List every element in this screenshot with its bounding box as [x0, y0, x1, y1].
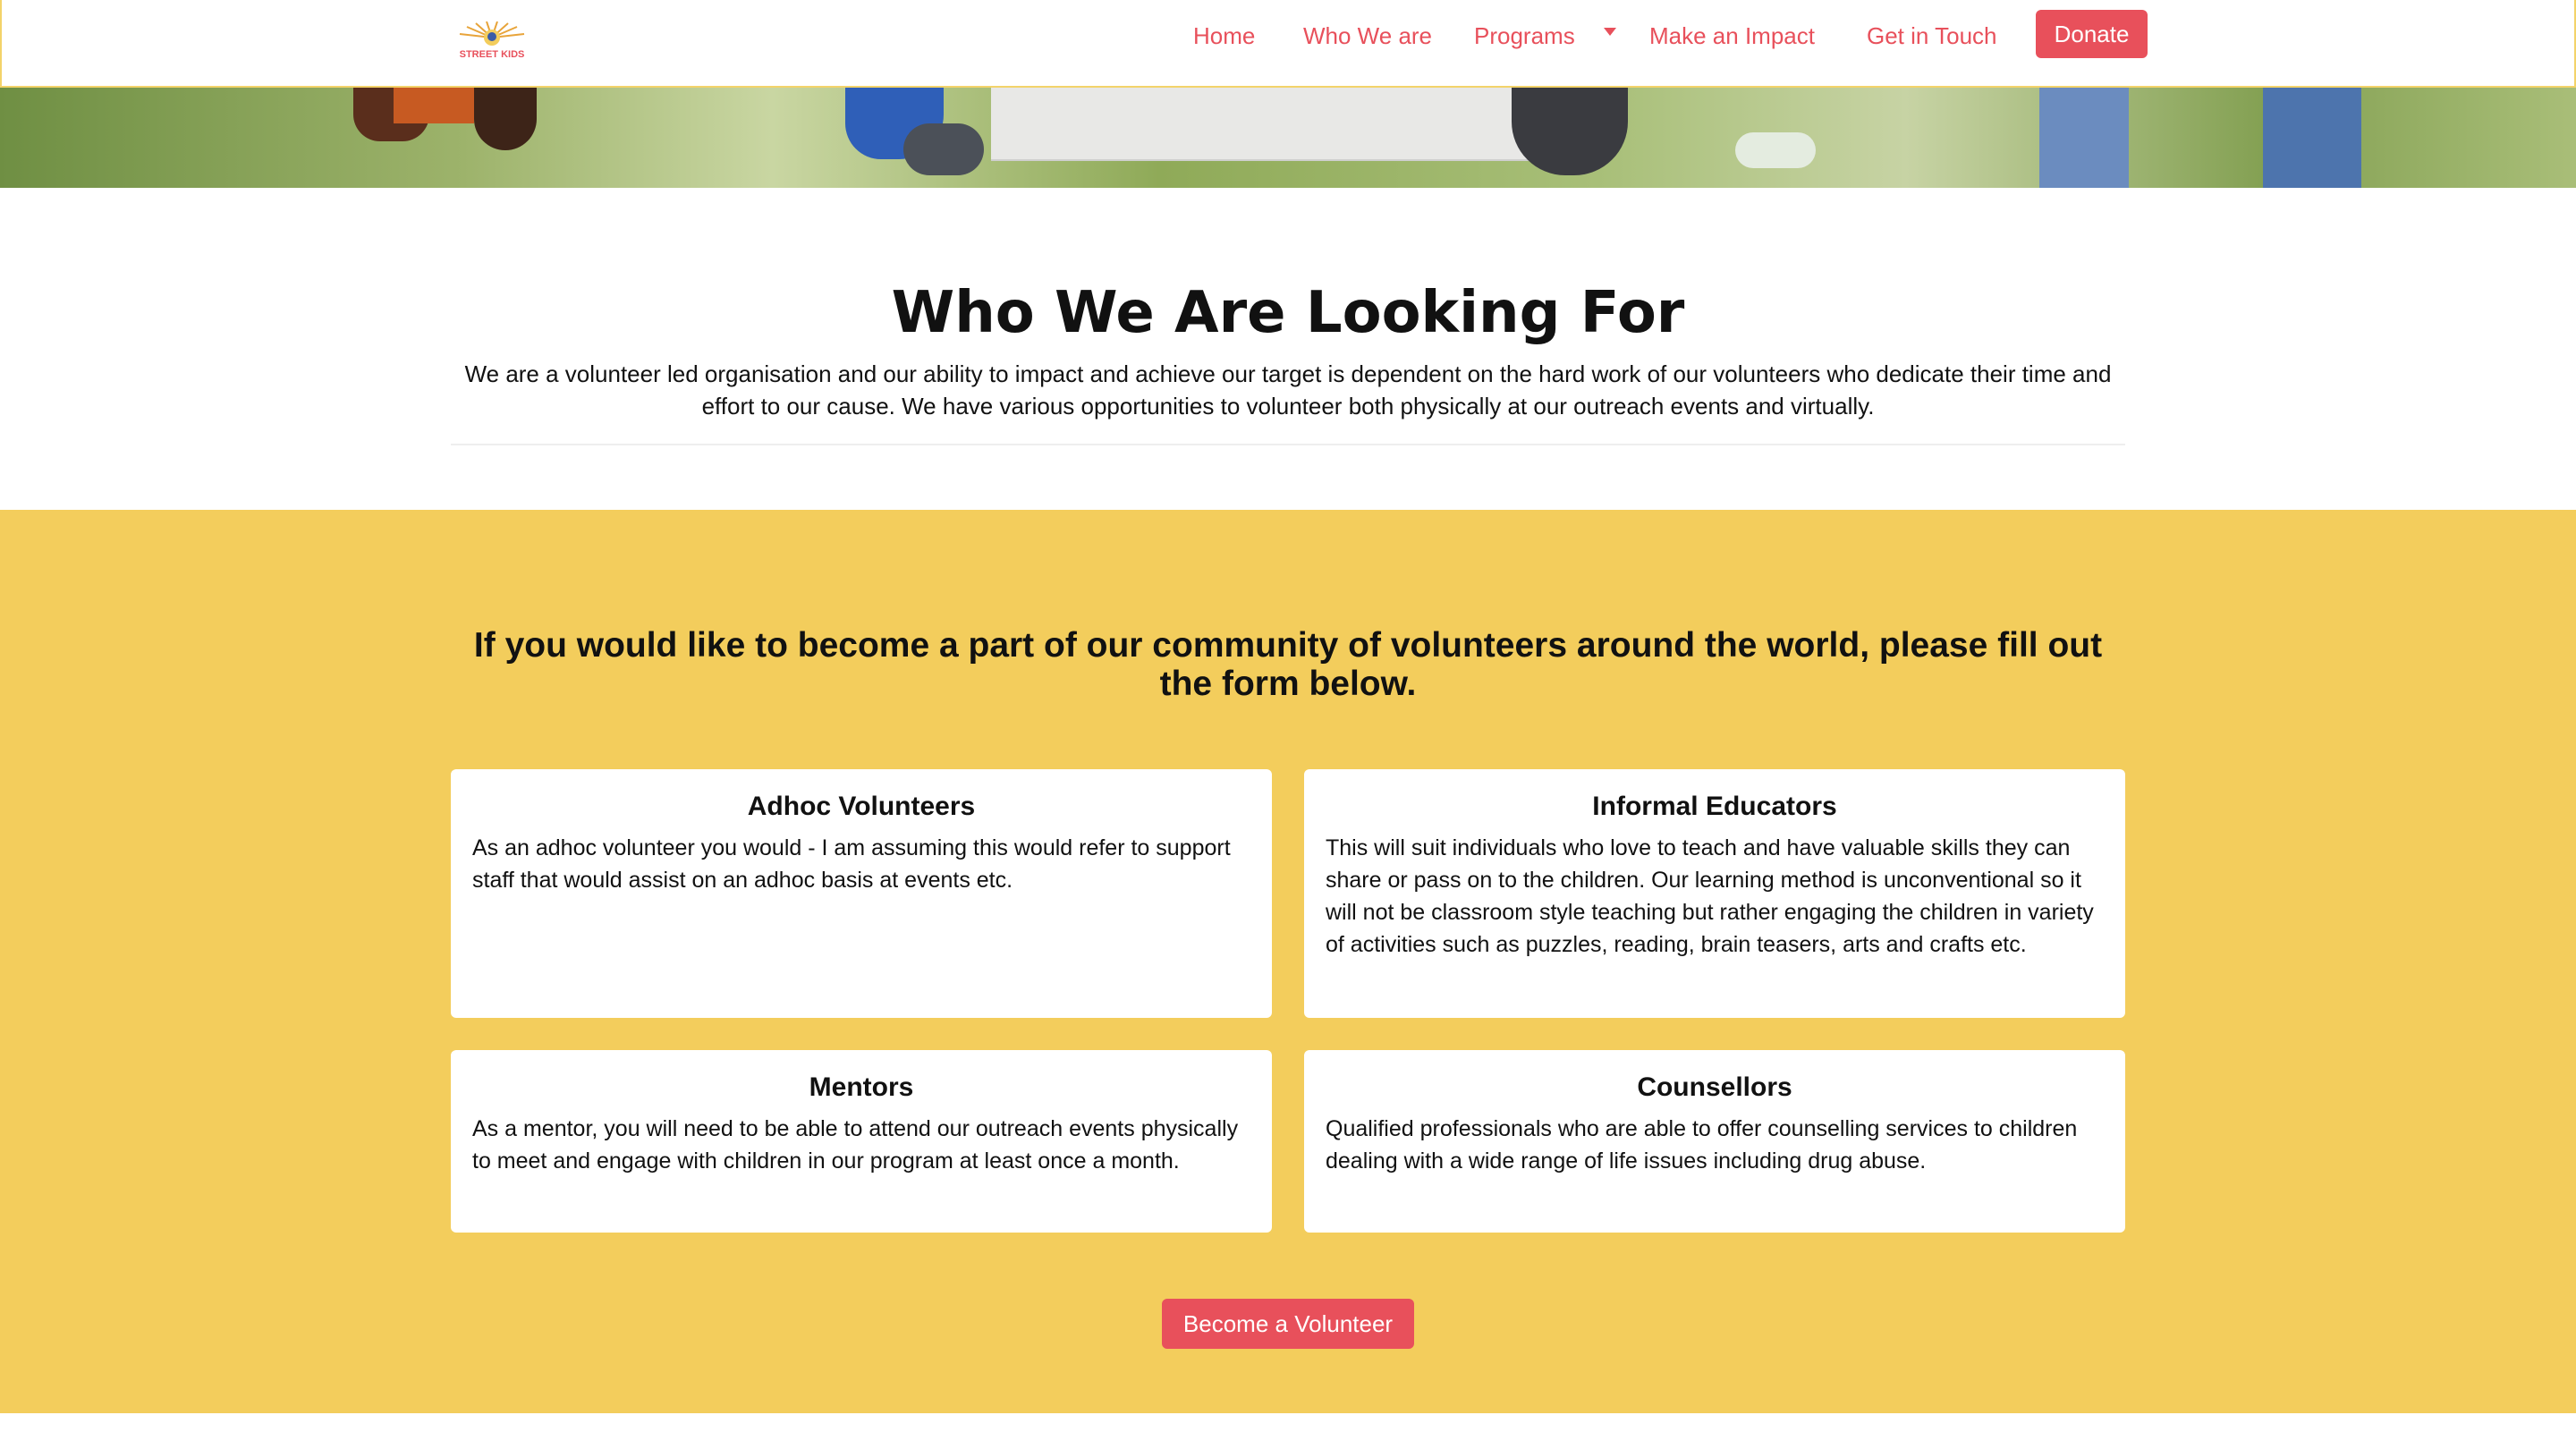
card-title: Adhoc Volunteers	[747, 792, 976, 821]
hero-paper-sign	[991, 88, 1540, 161]
caret-down-icon[interactable]	[1604, 28, 1616, 36]
nav-get-in-touch[interactable]: Get in Touch	[1867, 20, 1997, 52]
card-text: Qualified professionals who are able to …	[1326, 1116, 2078, 1174]
card-counsellors: Counsellors Qualified professionals who …	[1304, 1050, 2125, 1233]
intro-paragraph: We are a volunteer led organisation and …	[464, 360, 2112, 419]
site-header: STREET KIDS Home Who We are Programs Mak…	[0, 0, 2576, 88]
section-divider	[451, 444, 2125, 445]
hero-figure-leg	[474, 88, 537, 150]
hero-hand	[903, 123, 984, 175]
hero-jeans-left	[2039, 88, 2129, 188]
card-text: As an adhoc volunteer you would - I am a…	[472, 835, 1231, 893]
card-title: Counsellors	[1637, 1072, 1792, 1102]
nav-who-we-are[interactable]: Who We are	[1303, 20, 1432, 52]
volunteer-section: If you would like to become a part of ou…	[0, 510, 2576, 1413]
card-mentors: Mentors As a mentor, you will need to be…	[451, 1050, 1272, 1233]
hero-jeans-right	[2263, 88, 2361, 188]
hero-figure-shorts	[394, 88, 474, 123]
logo-wordmark: STREET KIDS	[460, 49, 525, 60]
card-text: This will suit individuals who love to t…	[1326, 835, 2094, 957]
street-kids-logo[interactable]: STREET KIDS	[447, 21, 537, 63]
card-title: Mentors	[809, 1072, 914, 1102]
card-title: Informal Educators	[1592, 792, 1837, 821]
nav-home[interactable]: Home	[1193, 20, 1255, 52]
donate-button[interactable]: Donate	[2036, 10, 2148, 58]
hero-figure-arm	[1512, 88, 1628, 175]
nav-programs[interactable]: Programs	[1474, 20, 1575, 52]
card-adhoc-volunteers: Adhoc Volunteers As an adhoc volunteer y…	[451, 769, 1272, 1018]
volunteer-heading: If you would like to become a part of ou…	[473, 626, 2103, 703]
nav-make-an-impact[interactable]: Make an Impact	[1649, 20, 1815, 52]
page-title: Who We Are Looking For	[891, 280, 1685, 346]
logo-graphic: STREET KIDS	[460, 21, 525, 60]
hero-image	[0, 88, 2576, 188]
card-text: As a mentor, you will need to be able to…	[472, 1116, 1239, 1174]
hero-light-object	[1735, 132, 1816, 168]
card-informal-educators: Informal Educators This will suit indivi…	[1304, 769, 2125, 1018]
become-volunteer-button[interactable]: Become a Volunteer	[1162, 1299, 1414, 1349]
